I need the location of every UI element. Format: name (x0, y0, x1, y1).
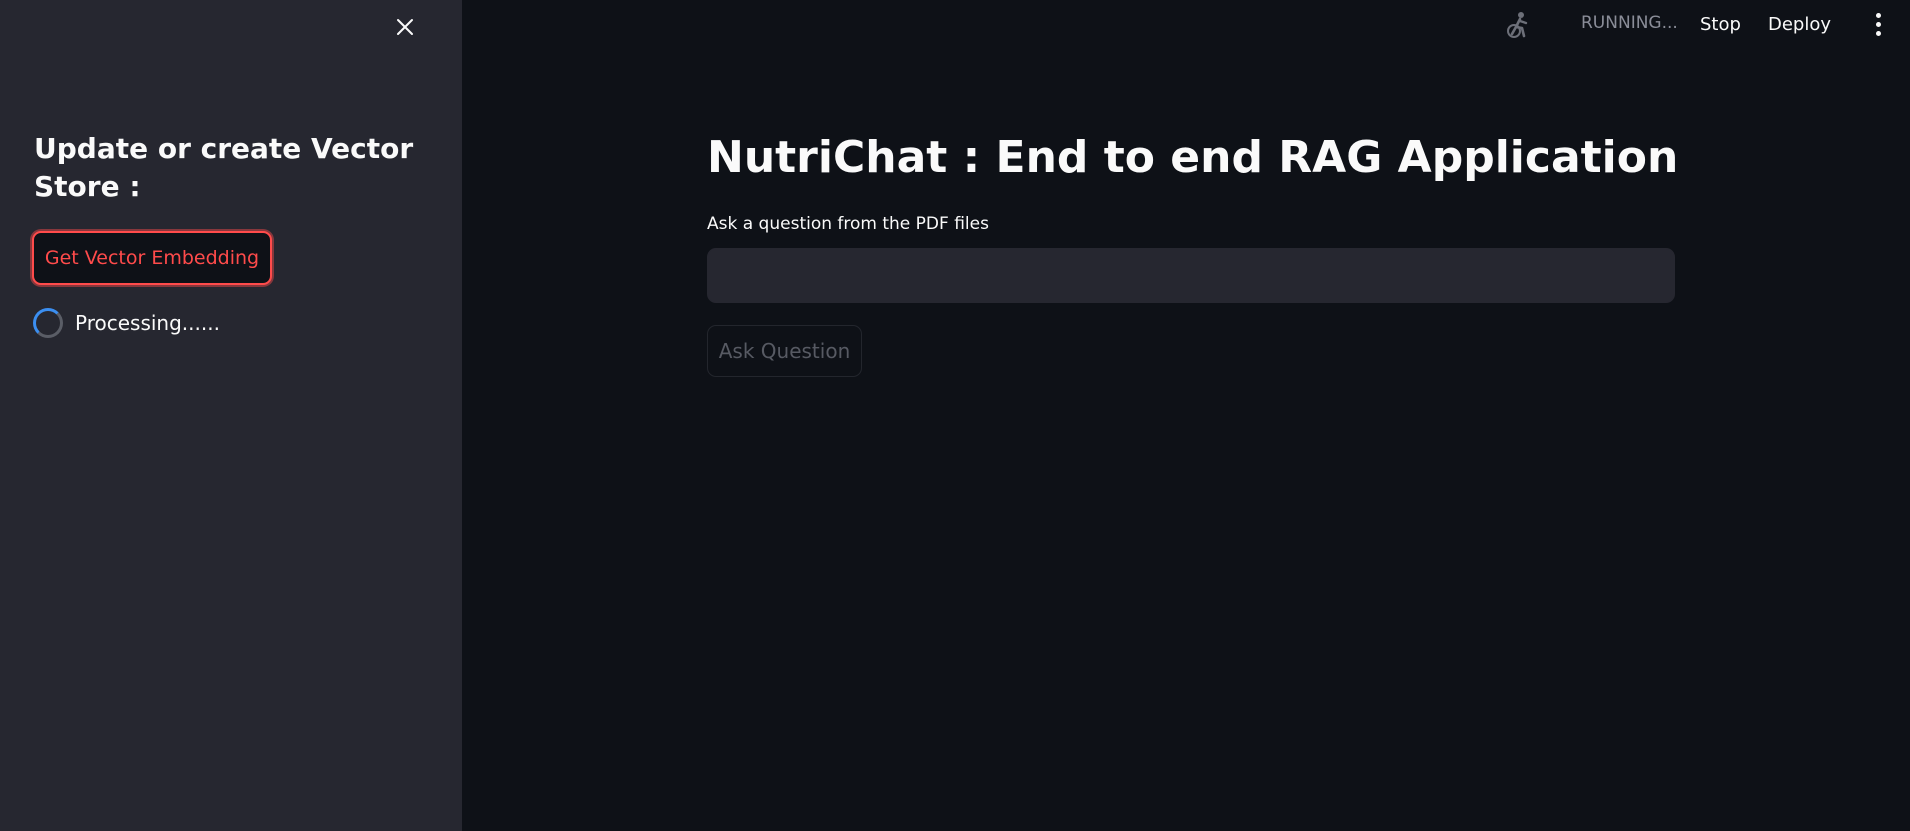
processing-status: Processing...... (33, 308, 220, 338)
main-menu-button[interactable] (1870, 10, 1886, 38)
sidebar: Update or create Vector Store : Get Vect… (0, 0, 462, 831)
ask-question-button[interactable]: Ask Question (707, 325, 862, 377)
page-title: NutriChat : End to end RAG Application (707, 132, 1679, 183)
close-sidebar-button[interactable] (388, 10, 422, 44)
question-input[interactable] (707, 248, 1675, 303)
processing-text: Processing...... (75, 311, 220, 335)
question-input-label: Ask a question from the PDF files (707, 214, 989, 234)
running-man-icon (1507, 12, 1528, 38)
get-vector-embedding-button[interactable]: Get Vector Embedding (32, 231, 272, 285)
vertical-dots-icon (1875, 12, 1881, 18)
running-status: RUNNING... (1581, 13, 1678, 33)
sidebar-heading: Update or create Vector Store : (34, 132, 414, 203)
spinner-icon (33, 308, 63, 338)
stop-button[interactable]: Stop (1694, 10, 1747, 39)
app-root: Update or create Vector Store : Get Vect… (0, 0, 1910, 831)
close-icon (397, 19, 413, 35)
deploy-button[interactable]: Deploy (1762, 10, 1837, 39)
